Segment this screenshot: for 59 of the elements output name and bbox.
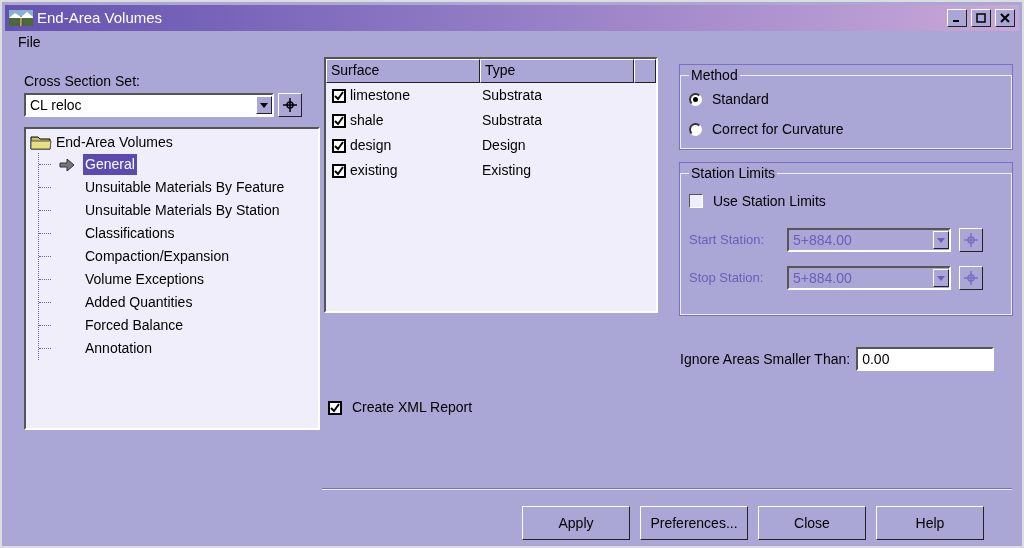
tree-item[interactable]: Classifications	[83, 223, 177, 244]
checkbox[interactable]	[332, 163, 346, 178]
dropdown-value: 5+884.00	[792, 230, 853, 250]
checkbox[interactable]	[689, 194, 703, 208]
tree-item[interactable]: Unsuitable Materials By Station	[83, 200, 282, 221]
field-label: Ignore Areas Smaller Than:	[680, 349, 851, 369]
table-cell-text: shale	[349, 111, 385, 130]
radio-label: Correct for Curvature	[712, 119, 844, 139]
field-label: Start Station:	[689, 231, 766, 250]
radio-button[interactable]	[689, 122, 702, 136]
table-cell-text: Existing	[482, 161, 532, 180]
tree-item[interactable]: Compaction/Expansion	[83, 246, 231, 267]
dropdown-value: 5+884.00	[792, 268, 853, 288]
checkbox[interactable]	[332, 88, 346, 103]
input-field[interactable]: 0.00	[856, 347, 995, 371]
arrow-icon	[59, 158, 75, 171]
table-cell-text: design	[349, 136, 393, 155]
pick-button[interactable]	[278, 93, 302, 117]
dropdown-value: CL reloc	[29, 95, 83, 115]
radio-button[interactable]	[689, 92, 702, 106]
checkbox[interactable]	[332, 113, 346, 128]
tree-item[interactable]: General	[83, 154, 137, 175]
dialog-button[interactable]: Close	[758, 506, 866, 540]
tree-item[interactable]: Forced Balance	[83, 315, 186, 336]
dialog-button[interactable]: Preferences...	[640, 506, 748, 540]
field-label: Cross Section Set:	[24, 72, 141, 91]
crosshair-icon	[964, 233, 978, 247]
column-header[interactable]: Surface	[326, 59, 480, 83]
checkbox-label: Use Station Limits	[713, 191, 826, 211]
close-icon[interactable]	[995, 9, 1015, 27]
crosshair-icon	[964, 271, 978, 285]
table-cell-text: limestone	[349, 86, 411, 105]
checkbox-label: Create XML Report	[352, 398, 473, 417]
tree-item[interactable]: End-Area Volumes	[56, 131, 173, 153]
radio-label: Standard	[712, 89, 769, 109]
minimize-icon[interactable]	[947, 9, 967, 27]
field-label: Stop Station:	[689, 269, 765, 288]
table-cell-text: existing	[349, 161, 399, 180]
dropdown[interactable]: CL reloc	[24, 93, 274, 117]
menu-item[interactable]: File	[16, 31, 43, 53]
table-cell-text: Substrata	[482, 111, 542, 130]
window-title: End-Area Volumes	[37, 7, 164, 28]
tree-item[interactable]: Annotation	[83, 338, 154, 359]
group-title: Method	[690, 66, 739, 85]
tree-item[interactable]: Volume Exceptions	[83, 269, 207, 290]
column-header[interactable]: Type	[480, 59, 634, 83]
column-header	[634, 59, 656, 83]
group-title: Station Limits	[690, 164, 777, 183]
dialog-button[interactable]: Apply	[522, 506, 630, 540]
table-cell-text: Design	[482, 136, 526, 155]
maximize-icon[interactable]	[971, 9, 991, 27]
folder-icon	[30, 134, 52, 150]
table-cell-text: Substrata	[482, 86, 542, 105]
checkbox[interactable]	[332, 138, 346, 153]
tree-item[interactable]: Unsuitable Materials By Feature	[83, 177, 287, 198]
dialog-button[interactable]: Help	[876, 506, 984, 540]
crosshair-icon	[283, 98, 297, 112]
checkbox[interactable]	[328, 400, 342, 415]
tree-item[interactable]: Added Quantities	[83, 292, 195, 313]
